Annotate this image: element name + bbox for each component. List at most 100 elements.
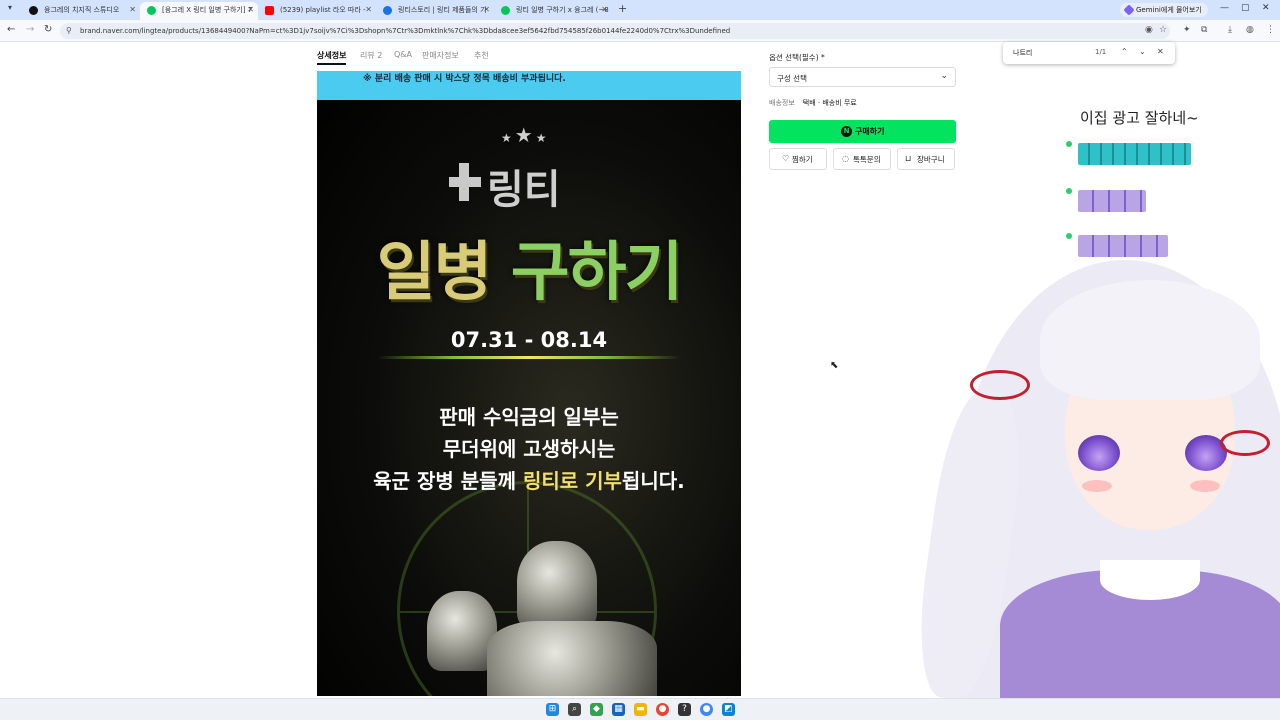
chat-message: 이집 광고 잘하네~ [1078, 106, 1201, 129]
chevron-down-icon: ⌄ [940, 71, 948, 81]
tab-title: 링티 일병 구하기 x 융그레 (~8 [516, 6, 609, 14]
wishlist-button[interactable]: ♡ 찜하기 [769, 148, 827, 170]
app-icon[interactable]: ◆ [590, 703, 603, 716]
close-icon[interactable]: ✕ [483, 2, 490, 18]
chevron-down-icon[interactable]: ⌄ [1139, 47, 1146, 56]
bookmark-star-icon[interactable]: ☆ [1159, 25, 1167, 35]
mouse-cursor-icon: ⬉ [830, 360, 839, 371]
tab-search-icon[interactable]: ▾ [8, 3, 12, 12]
tab-youtube[interactable]: (5239) playlist 라오 따라 - ✕ [258, 2, 376, 18]
tab-studio[interactable]: 융그레의 치지직 스튜디오 ✕ [22, 2, 140, 18]
cart-button[interactable]: ⊔ 장바구니 [897, 148, 955, 170]
chzzk-favicon-icon [29, 6, 38, 15]
tab-event[interactable]: 링티 일병 구하기 x 융그레 (~8 ✕ [494, 2, 612, 18]
browser-toolbar: ← → ↻ ⚲ brand.naver.com/lingtea/products… [0, 20, 1280, 42]
bangs [1040, 280, 1260, 400]
shipping-notice-banner: ※ 분리 배송 판매 시 박스당 정목 배송비 부과됩니다. [317, 71, 741, 100]
shipping-label: 배송정보 [769, 99, 795, 107]
buy-button[interactable]: N 구매하기 [769, 120, 956, 143]
event-period: 07.31 - 08.14 [377, 328, 681, 366]
profile-icon[interactable]: ◍ [1246, 25, 1254, 35]
chevron-up-icon[interactable]: ⌃ [1121, 47, 1128, 56]
message-line: 판매 수익금의 일부는 [439, 405, 619, 429]
message-part: 육군 장병 분들께 [373, 469, 523, 493]
gemini-label: Gemini에게 물어보기 [1136, 6, 1202, 14]
stars-icon: ★★★ [501, 123, 550, 147]
buy-label: 구매하기 [855, 127, 885, 136]
reload-icon[interactable]: ↻ [44, 24, 52, 35]
brand-name: 링티 [487, 167, 561, 213]
soldier-figure [517, 541, 597, 631]
url-text: brand.naver.com/lingtea/products/1368449… [80, 27, 731, 35]
start-icon[interactable]: ⊞ [546, 703, 559, 716]
find-input[interactable]: 나트리 [1013, 48, 1032, 58]
extensions-icon[interactable]: ⧉ [1201, 25, 1207, 35]
tab-detail[interactable]: 상세정보 [317, 50, 347, 65]
gemini-button[interactable]: Gemini에게 물어보기 [1120, 3, 1208, 17]
close-icon[interactable]: ✕ [601, 2, 608, 18]
close-icon[interactable]: ✕ [365, 2, 372, 18]
maximize-icon[interactable]: ▢ [1241, 3, 1250, 13]
headline-part-a: 일병 [376, 236, 493, 310]
window-close-icon[interactable]: ✕ [1262, 3, 1270, 13]
shipping-info: 배송정보 택배 · 배송비 무료 [769, 98, 857, 108]
chrome-icon[interactable]: ● [656, 703, 669, 716]
tab-recommend[interactable]: 추천 [474, 50, 489, 61]
shipping-value: 택배 · 배송비 무료 [802, 99, 857, 107]
shipping-notice-text: ※ 분리 배송 판매 시 박스당 정목 배송비 부과됩니다. [363, 74, 566, 84]
site-info-icon[interactable]: ⚲ [66, 26, 72, 35]
ribbon-icon [970, 370, 1030, 400]
extension-icon[interactable]: ◉ [1145, 25, 1153, 35]
blush [1190, 480, 1220, 492]
gemini-icon [1123, 4, 1135, 16]
menu-icon[interactable]: ⋮ [1266, 25, 1275, 35]
new-tab-button[interactable]: + [618, 2, 627, 15]
poster-headline: 일병 구하기 [317, 221, 741, 313]
tab-lingtea-story[interactable]: 링티스토리 | 링티 제품들의 기 ✕ [376, 2, 494, 18]
cart-icon: ⊔ [905, 154, 912, 163]
close-icon[interactable]: ✕ [129, 2, 136, 18]
close-icon[interactable]: ✕ [247, 2, 254, 18]
soldiers-illustration [407, 541, 667, 696]
close-icon[interactable]: ✕ [1157, 47, 1164, 56]
lingtea-logo: 링티 [449, 153, 609, 213]
soldier-figure [487, 621, 657, 696]
forward-icon[interactable]: → [26, 24, 34, 35]
naver-favicon-icon [147, 6, 156, 15]
address-bar[interactable]: ⚲ brand.naver.com/lingtea/products/13684… [60, 23, 1170, 39]
blush [1082, 480, 1112, 492]
search-icon[interactable]: ⌕ [568, 703, 581, 716]
tab-seller[interactable]: 판매자정보 [422, 50, 459, 61]
tab-review[interactable]: 리뷰 2 [360, 50, 382, 61]
download-icon[interactable]: ⤓ [1228, 25, 1232, 35]
tab-product[interactable]: [융그레 X 링티 일병 구하기] 7 ✕ [140, 2, 258, 20]
tab-qna[interactable]: Q&A [394, 50, 412, 59]
wishlist-label: 찜하기 [792, 155, 813, 164]
app-icon[interactable]: ◩ [722, 703, 735, 716]
find-bar: 나트리 1/1 ⌃ ⌄ ✕ [1003, 42, 1175, 64]
donation-message: 판매 수익금의 일부는 무더위에 고생하시는 육군 장병 분들께 링티로 기부됩… [317, 401, 741, 497]
user-dot-icon [1066, 141, 1072, 147]
tab-strip: ▾ 융그레의 치지직 스튜디오 ✕ [융그레 X 링티 일병 구하기] 7 ✕ … [0, 0, 1280, 20]
option-select[interactable]: 구성 선택 ⌄ [769, 67, 956, 87]
plus-icon-bar [449, 177, 481, 187]
talk-inquiry-button[interactable]: ◌ 톡톡문의 [833, 148, 891, 170]
cart-label: 장바구니 [917, 155, 945, 164]
headline-part-b: 구하기 [510, 236, 684, 310]
app-icon[interactable]: ? [678, 703, 691, 716]
back-icon[interactable]: ← [7, 24, 15, 35]
option-value: 구성 선택 [777, 74, 807, 83]
emote-icon [1078, 190, 1146, 212]
puzzle-icon[interactable]: ✦ [1183, 25, 1191, 35]
eye-left [1078, 435, 1120, 471]
ribbon-icon [1220, 430, 1270, 456]
tab-title: 융그레의 치지직 스튜디오 [44, 6, 120, 14]
chrome-icon[interactable]: ● [700, 703, 713, 716]
heart-icon: ♡ [782, 154, 790, 163]
widgets-icon[interactable]: ▦ [612, 703, 625, 716]
folder-icon[interactable]: ▬ [634, 703, 647, 716]
minimize-icon[interactable]: — [1220, 3, 1229, 13]
message-line: 육군 장병 분들께 링티로 기부됩니다. [317, 465, 741, 497]
talk-inquiry-label: 톡톡문의 [853, 155, 881, 164]
message-line: 무더위에 고생하시는 [442, 437, 616, 461]
